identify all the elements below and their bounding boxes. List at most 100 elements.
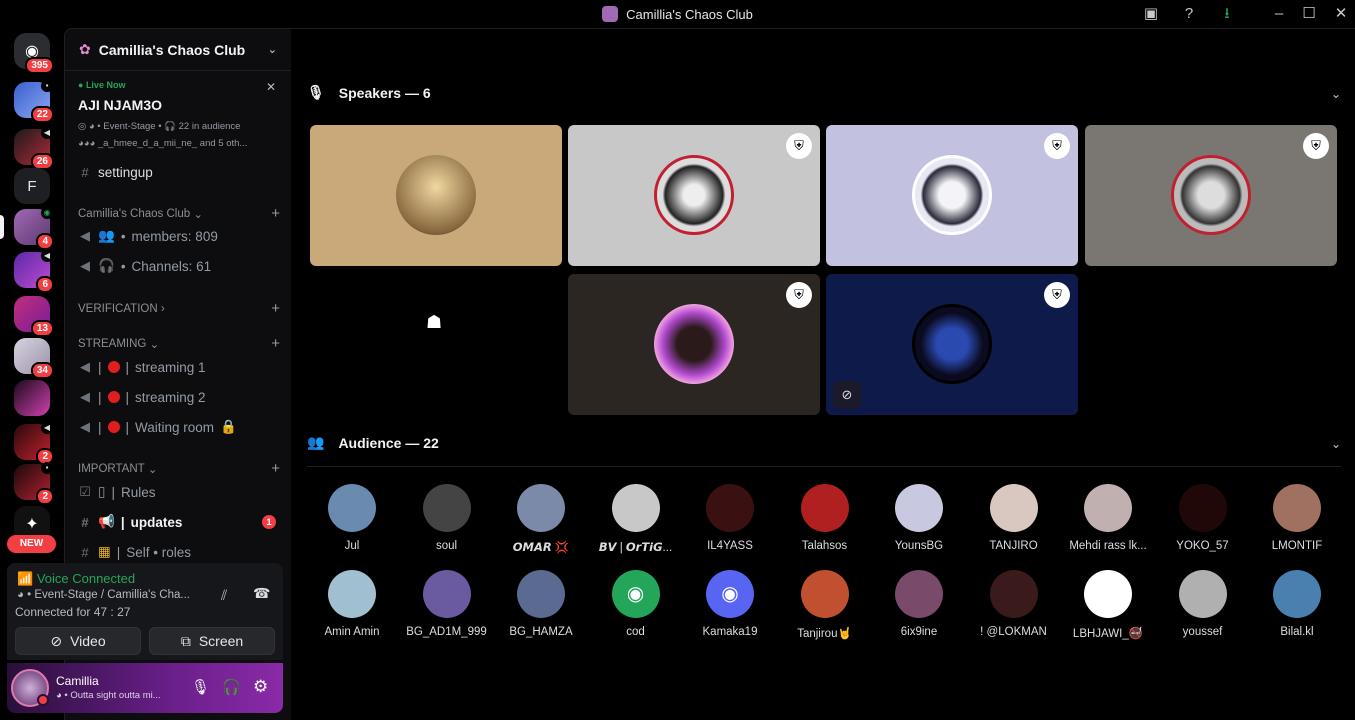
speaker-tile[interactable]: ⛨ <box>1085 125 1337 266</box>
channel-settingup[interactable]: # settingup <box>78 160 280 184</box>
server-icon[interactable]: ▪ 2 <box>14 462 54 505</box>
speaker-tile[interactable]: ☗ <box>310 274 562 415</box>
audience-member[interactable]: Amin Amin <box>307 570 397 638</box>
audience-member[interactable]: BG_HAMZA <box>496 570 586 638</box>
audience-member[interactable]: 𝘽𝙑 | 𝙊𝙧𝙏𝙞𝙂... <box>591 484 681 554</box>
server-header[interactable]: ✿ Camillia's Chaos Club ⌄ <box>65 29 291 71</box>
settings-gear-icon[interactable]: ⚙ <box>253 677 268 697</box>
voice-location[interactable]: ◕ • Event-Stage / Camillia's Cha... <box>17 589 190 601</box>
audience-member[interactable]: LBHJAWI_🚭 <box>1063 570 1153 640</box>
channel-streaming-2[interactable]: ◀ | | streaming 2 <box>78 385 280 409</box>
close-icon[interactable]: ✕ <box>266 80 276 94</box>
minimize-icon[interactable]: – <box>1270 5 1288 23</box>
audience-avatar <box>989 484 1038 532</box>
chevron-down-icon: ⌄ <box>267 44 277 56</box>
server-icon[interactable] <box>14 380 50 416</box>
microphone-icon[interactable]: 🎙 <box>191 678 210 696</box>
user-status: ◕ • Outta sight outta mi... <box>56 690 161 701</box>
screen-share-button[interactable]: ⧉ Screen <box>149 627 275 655</box>
title-bar: Camillia's Chaos Club ▣ ? ⭳ – ☐ ✕ <box>0 0 1355 28</box>
speakers-header[interactable]: 🎙 Speakers — 6 <box>307 84 431 101</box>
screen-share-icon[interactable]: ▣ <box>1142 5 1160 23</box>
speaker-tile[interactable]: ⛨ <box>826 125 1078 266</box>
stage-participants: ◕◕◕ _a_hmee_d_a_mii_ne_ and 5 oth... <box>78 138 248 149</box>
add-channel-icon[interactable]: + <box>271 460 280 477</box>
server-icon[interactable]: 13 <box>14 296 54 337</box>
category-streaming[interactable]: STREAMING ⌄ + <box>78 335 280 352</box>
channel-updates[interactable]: # 📢 | updates 1 <box>78 510 280 534</box>
channel-streaming-1[interactable]: ◀ | | streaming 1 <box>78 355 280 379</box>
audience-member[interactable]: ◉ cod <box>591 570 681 638</box>
speaker-tile[interactable]: ⛨ <box>568 125 820 266</box>
audience-member[interactable]: soul <box>402 484 492 552</box>
audience-member[interactable]: ◉ Kamaka19 <box>685 570 775 638</box>
audience-member[interactable]: Mehdi rass lk... <box>1063 484 1153 552</box>
roles-icon: ▦ <box>98 544 111 559</box>
user-name: Camillia <box>56 674 99 688</box>
audience-member[interactable]: Jul <box>307 484 397 552</box>
audience-name: Tanjirou🤘 <box>797 628 852 640</box>
audience-member[interactable]: BG_AD1M_999 <box>402 570 492 638</box>
audience-name: YounsBG <box>894 540 944 552</box>
disconnect-icon[interactable]: ☎ <box>253 585 270 602</box>
channel-waiting-room[interactable]: ◀ | | Waiting room 🔒 <box>78 415 280 439</box>
moderator-shield-icon: ⛨ <box>1044 133 1070 159</box>
audience-avatar <box>895 570 943 618</box>
audience-member[interactable]: Talahsos <box>780 484 870 552</box>
direct-messages-button[interactable]: ◉ 395 <box>14 33 54 74</box>
add-channel-icon[interactable]: + <box>271 205 280 222</box>
channel-members[interactable]: ◀ 👥 • members: 809 <box>78 224 280 248</box>
audience-member[interactable]: Tanjirou🤘 <box>780 570 870 640</box>
speaker-tile[interactable] <box>310 125 562 266</box>
server-icon[interactable]: ◀ 26 <box>14 127 54 170</box>
moderator-shield-icon: ⛨ <box>1044 282 1070 308</box>
audience-member[interactable]: YOKO_57 <box>1158 484 1248 552</box>
server-icon-active[interactable]: ◉ 4 <box>0 207 54 250</box>
video-button[interactable]: ⊘ Video <box>15 627 141 655</box>
server-icon[interactable]: ▪ 22 <box>14 80 54 123</box>
chevron-down-icon[interactable]: ⌄ <box>1331 87 1341 101</box>
noise-suppression-icon[interactable]: ⫽ <box>221 587 227 604</box>
audience-avatar <box>1273 484 1321 532</box>
speaker-avatar <box>912 155 992 235</box>
audience-name: soul <box>435 540 458 552</box>
category-chaos-club[interactable]: Camillia's Chaos Club ⌄ + <box>78 205 280 222</box>
download-icon[interactable]: ⭳ <box>1218 5 1236 23</box>
channel-count[interactable]: ◀ 🎧 • Channels: 61 <box>78 254 280 278</box>
help-icon[interactable]: ? <box>1180 5 1198 23</box>
add-channel-icon[interactable]: + <box>271 300 280 317</box>
audience-member[interactable]: youssef <box>1158 570 1248 638</box>
chevron-down-icon[interactable]: ⌄ <box>1331 437 1341 451</box>
speaker-tile[interactable]: ⛨ <box>568 274 820 415</box>
server-icon[interactable]: F <box>14 168 50 204</box>
audience-member[interactable]: LMONTIF <box>1252 484 1342 552</box>
category-verification[interactable]: VERIFICATION › + <box>78 300 280 317</box>
audience-member[interactable]: TANJIRO <box>969 484 1059 552</box>
server-icon[interactable]: 34 <box>14 338 54 379</box>
add-channel-icon[interactable]: + <box>271 335 280 352</box>
red-circle-icon <box>107 391 120 403</box>
audience-member[interactable]: 𝙊𝙈𝘼𝙍 💢 <box>496 484 586 554</box>
audience-member[interactable]: IL4YASS <box>685 484 775 552</box>
audience-header[interactable]: 👥 Audience — 22 <box>307 434 439 451</box>
audience-name: 𝘽𝙑 | 𝙊𝙧𝙏𝙞𝙂... <box>598 542 673 554</box>
live-stage-card[interactable]: ● Live Now ✕ AJI NJAM3O ◎ ◕ • Event-Stag… <box>65 72 292 170</box>
server-icon[interactable]: ◀ 6 <box>14 250 54 293</box>
channel-rules[interactable]: ☑ ▯ | Rules <box>78 480 280 504</box>
audience-member[interactable]: ! @LOKMAN <box>969 570 1059 638</box>
headphones-icon[interactable]: 🎧 <box>222 678 241 696</box>
speaker-avatar <box>654 155 734 235</box>
speaker-avatar: ☗ <box>426 312 443 332</box>
audience-member[interactable]: YounsBG <box>874 484 964 552</box>
category-important[interactable]: IMPORTANT ⌄ + <box>78 460 280 477</box>
voice-status[interactable]: 📶 Voice Connected <box>17 571 135 587</box>
audience-member[interactable]: 6ix9ine <box>874 570 964 638</box>
new-badge[interactable]: NEW <box>7 535 56 553</box>
speaker-avatar <box>396 155 476 235</box>
maximize-icon[interactable]: ☐ <box>1300 5 1318 23</box>
speaker-tile[interactable]: ⛨ ⊘ <box>826 274 1078 415</box>
audience-member[interactable]: Bilal.kl <box>1252 570 1342 638</box>
server-icon[interactable]: ◀ 2 <box>14 422 54 465</box>
channel-self-roles[interactable]: # ▦ | Self • roles <box>78 540 280 564</box>
close-window-icon[interactable]: ✕ <box>1332 5 1350 23</box>
